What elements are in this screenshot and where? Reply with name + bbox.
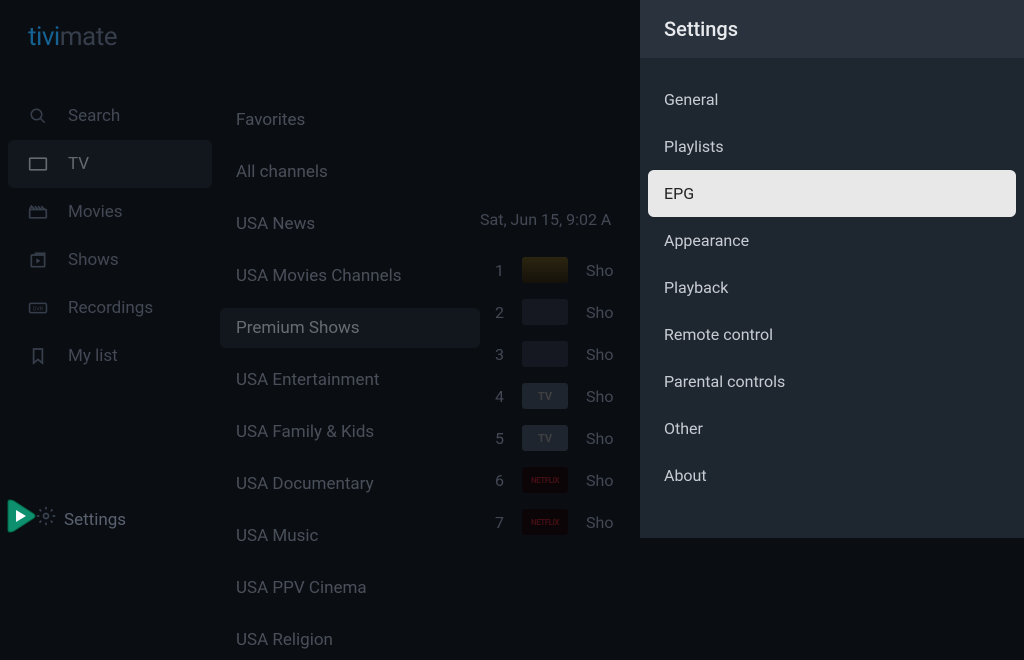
overlay-play-icon [2, 496, 42, 536]
sidebar-item-recordings[interactable]: DVR Recordings [0, 284, 220, 332]
sidebar-item-label: Shows [68, 250, 119, 270]
settings-item-remote-control[interactable]: Remote control [648, 311, 1016, 358]
category-item[interactable]: USA Documentary [220, 464, 480, 504]
channel-title: Sho [586, 345, 613, 364]
channel-row[interactable]: 2 Sho [480, 291, 640, 333]
channel-row[interactable]: 1 Sho [480, 249, 640, 291]
channel-thumbnail: NETFLIX [522, 509, 568, 535]
sidebar-item-label: Recordings [68, 298, 153, 318]
channel-number: 1 [492, 261, 504, 280]
channel-number: 6 [492, 471, 504, 490]
category-item[interactable]: Premium Shows [220, 308, 480, 348]
channel-title: Sho [586, 261, 613, 280]
channel-thumbnail: TV [522, 383, 568, 409]
category-item[interactable]: Favorites [220, 100, 480, 140]
sidebar-item-tv[interactable]: TV [8, 140, 212, 188]
channel-number: 2 [492, 303, 504, 322]
channel-thumbnail [522, 299, 568, 325]
sidebar-item-movies[interactable]: Movies [0, 188, 220, 236]
sidebar-item-label: Movies [68, 202, 123, 222]
settings-item-parental-controls[interactable]: Parental controls [648, 358, 1016, 405]
sidebar-item-label: My list [68, 346, 118, 366]
sidebar-item-label: Search [68, 106, 120, 126]
settings-item-general[interactable]: General [648, 76, 1016, 123]
channel-thumbnail: NETFLIX [522, 467, 568, 493]
category-item[interactable]: USA News [220, 204, 480, 244]
logo-brand-part2: mate [60, 22, 117, 52]
category-item[interactable]: USA PPV Cinema [220, 568, 480, 608]
settings-item-other[interactable]: Other [648, 405, 1016, 452]
schedule-column: Sat, Jun 15, 9:02 A 1 Sho 2 Sho 3 Sho 4 … [480, 0, 640, 538]
settings-item-appearance[interactable]: Appearance [648, 217, 1016, 264]
svg-text:DVR: DVR [33, 306, 44, 312]
settings-item-epg[interactable]: EPG [648, 170, 1016, 217]
search-icon [28, 106, 48, 126]
settings-title: Settings [664, 17, 738, 41]
sidebar-settings-label[interactable]: Settings [64, 510, 126, 530]
app-logo: tivimate [0, 10, 220, 92]
channel-title: Sho [586, 387, 613, 406]
channel-row[interactable]: 3 Sho [480, 333, 640, 375]
nav-list: Search TV Movies Shows [0, 92, 220, 380]
channel-title: Sho [586, 471, 613, 490]
channel-row[interactable]: 5 TV Sho [480, 417, 640, 459]
recordings-icon: DVR [28, 298, 48, 318]
channel-row[interactable]: 4 TV Sho [480, 375, 640, 417]
channel-number: 7 [492, 513, 504, 532]
sidebar-item-search[interactable]: Search [0, 92, 220, 140]
main-screen-dimmed: tivimate Search TV Movies [0, 0, 640, 538]
sidebar-item-label: TV [68, 154, 89, 174]
sidebar: tivimate Search TV Movies [0, 0, 220, 538]
tv-icon [28, 154, 48, 174]
settings-item-playlists[interactable]: Playlists [648, 123, 1016, 170]
channel-number: 4 [492, 387, 504, 406]
category-list: Favorites All channels USA News USA Movi… [220, 0, 480, 538]
channel-title: Sho [586, 513, 613, 532]
channel-number: 5 [492, 429, 504, 448]
channel-number: 3 [492, 345, 504, 364]
shows-icon [28, 250, 48, 270]
channel-thumbnail [522, 257, 568, 283]
channel-row[interactable]: 7 NETFLIX Sho [480, 501, 640, 543]
category-item[interactable]: All channels [220, 152, 480, 192]
sidebar-item-shows[interactable]: Shows [0, 236, 220, 284]
movies-icon [28, 202, 48, 222]
channel-thumbnail: TV [522, 425, 568, 451]
sidebar-item-mylist[interactable]: My list [0, 332, 220, 380]
settings-item-playback[interactable]: Playback [648, 264, 1016, 311]
logo-brand-part1: tivi [28, 22, 60, 52]
category-item[interactable]: USA Movies Channels [220, 256, 480, 296]
category-item[interactable]: USA Music [220, 516, 480, 556]
channel-thumbnail [522, 341, 568, 367]
category-item[interactable]: USA Family & Kids [220, 412, 480, 452]
bookmark-icon [28, 346, 48, 366]
settings-item-about[interactable]: About [648, 452, 1016, 499]
channel-row[interactable]: 6 NETFLIX Sho [480, 459, 640, 501]
settings-header: Settings [640, 0, 1024, 58]
schedule-date: Sat, Jun 15, 9:02 A [480, 210, 640, 229]
settings-panel: Settings General Playlists EPG Appearanc… [640, 0, 1024, 538]
category-item[interactable]: USA Entertainment [220, 360, 480, 400]
settings-list: General Playlists EPG Appearance Playbac… [640, 58, 1024, 499]
channel-title: Sho [586, 303, 613, 322]
category-item[interactable]: USA Religion [220, 620, 480, 660]
channel-title: Sho [586, 429, 613, 448]
